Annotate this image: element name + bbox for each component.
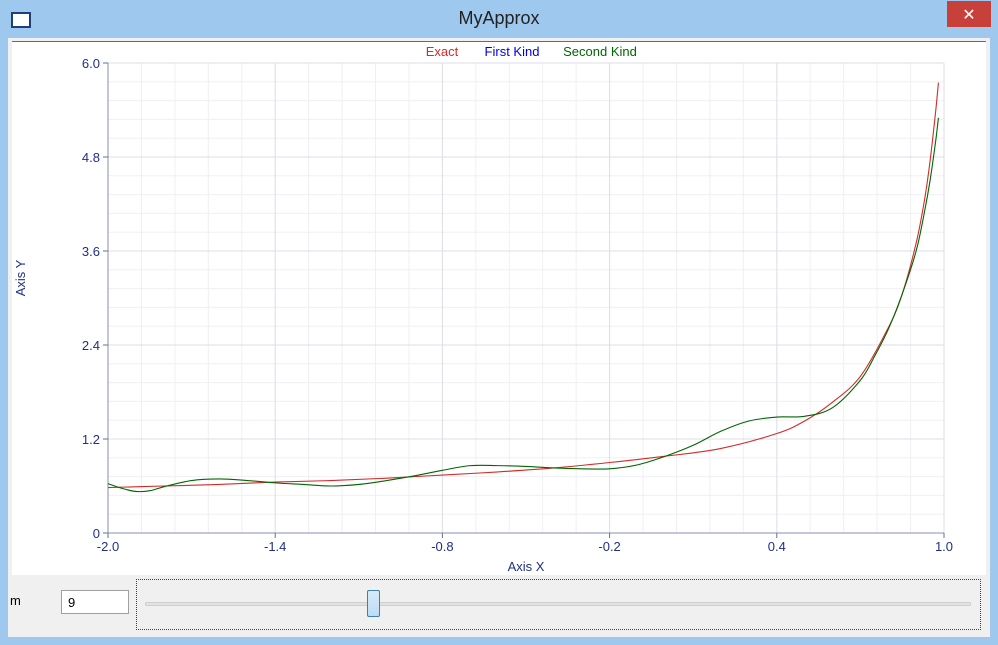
chart-area: -2.0 -1.4 -0.8 -0.2 0.4 1.0 0 1.2 2.4 3.6 4.8 6.0 E…	[12, 41, 986, 575]
close-button[interactable]: ✕	[947, 1, 991, 27]
legend-item-first-kind: First Kind	[485, 44, 540, 59]
close-icon: ✕	[962, 4, 976, 24]
legend: Exact First Kind Second Kind	[426, 44, 637, 59]
m-slider[interactable]	[136, 579, 981, 630]
y-tick-label: 6.0	[82, 56, 100, 71]
x-tick-label: -0.8	[431, 539, 453, 554]
x-axis-title: Axis X	[508, 559, 545, 574]
y-tick-label: 0	[93, 526, 100, 541]
window-title: MyApprox	[458, 8, 540, 28]
legend-item-second-kind: Second Kind	[563, 44, 637, 59]
y-axis-title: Axis Y	[13, 259, 28, 296]
x-tick-label: -0.2	[598, 539, 620, 554]
y-tick-label: 3.6	[82, 244, 100, 259]
minor-grid	[108, 63, 944, 533]
chart-svg: -2.0 -1.4 -0.8 -0.2 0.4 1.0 0 1.2 2.4 3.6 4.8 6.0 E…	[13, 44, 953, 574]
x-tick-label: -2.0	[97, 539, 119, 554]
control-panel: m	[8, 576, 990, 637]
series-lines	[107, 82, 939, 493]
x-tick-label: -1.4	[264, 539, 286, 554]
x-tick-label: 0.4	[768, 539, 786, 554]
title-bar: MyApprox ✕	[0, 0, 998, 38]
client-area: -2.0 -1.4 -0.8 -0.2 0.4 1.0 0 1.2 2.4 3.6 4.8 6.0 E…	[8, 38, 990, 637]
y-tick-label: 1.2	[82, 432, 100, 447]
m-input[interactable]	[61, 590, 129, 614]
major-grid	[108, 62, 945, 533]
x-tick-label: 1.0	[935, 539, 953, 554]
slider-track[interactable]	[145, 602, 971, 606]
m-label: m	[10, 593, 21, 608]
slider-thumb[interactable]	[366, 590, 380, 617]
y-tick-label: 4.8	[82, 150, 100, 165]
y-tick-label: 2.4	[82, 338, 100, 353]
legend-item-exact: Exact	[426, 44, 459, 59]
series-line-second-kind	[107, 117, 939, 493]
series-line-exact	[107, 82, 939, 489]
